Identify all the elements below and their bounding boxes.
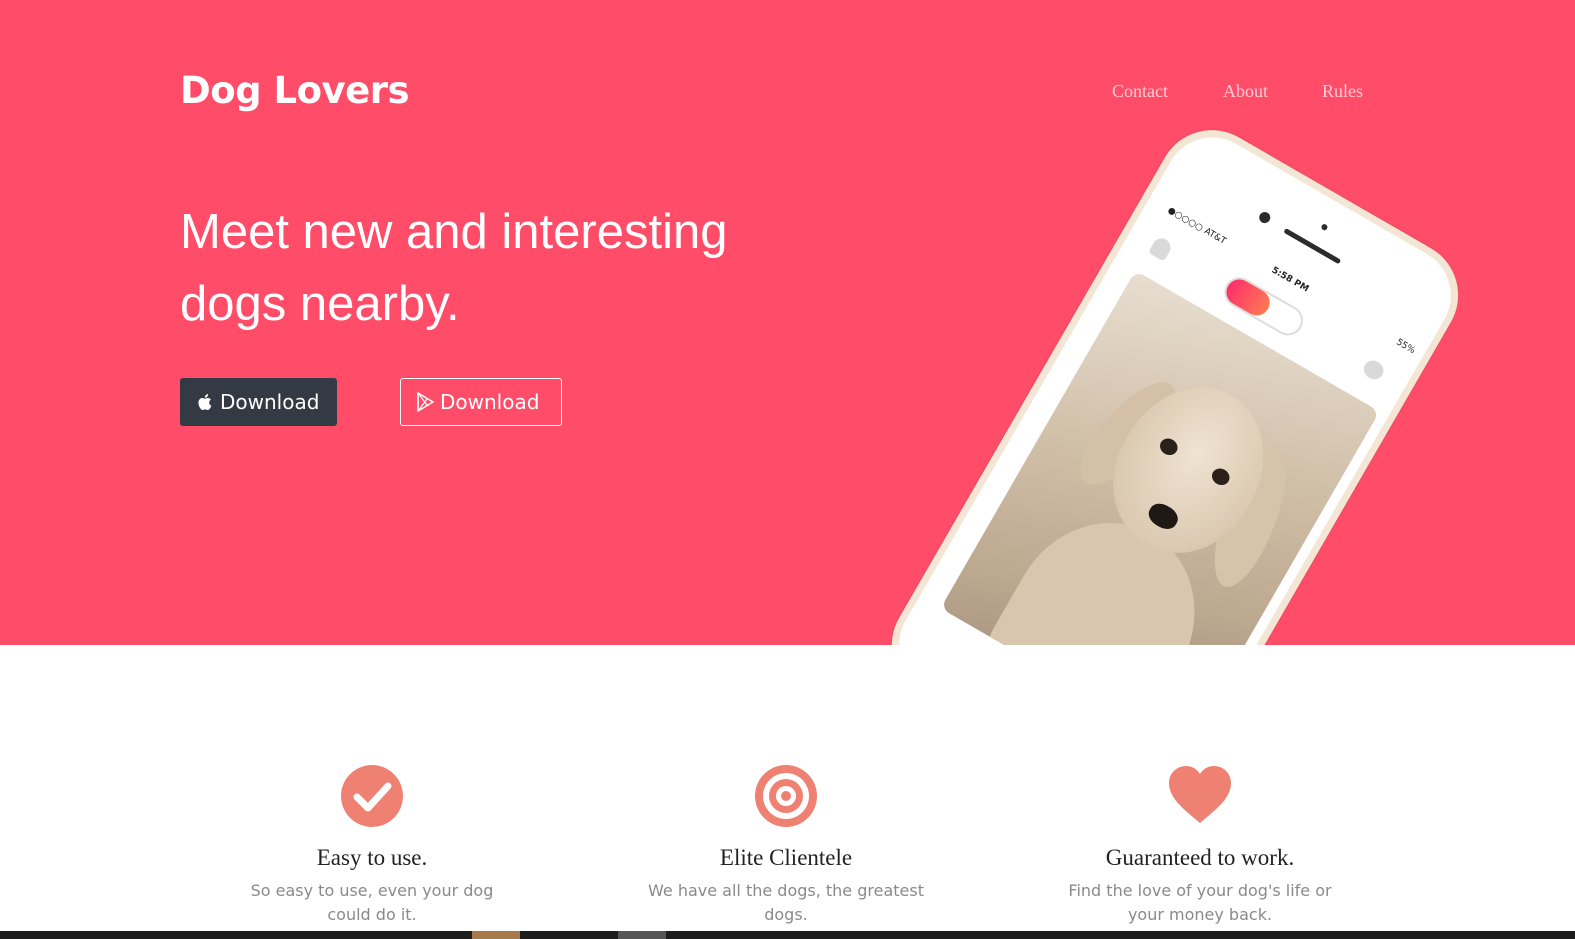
feature-description: Find the love of your dog's life or your… xyxy=(1068,881,1332,924)
apple-icon xyxy=(196,392,215,412)
profile-icon xyxy=(1148,235,1174,262)
phone-battery: 55% xyxy=(1394,337,1417,357)
check-circle-icon xyxy=(341,765,403,827)
main-nav: Contact About Rules xyxy=(1100,78,1380,104)
app-store-download-button[interactable]: Download xyxy=(180,378,337,426)
google-play-icon xyxy=(416,392,435,412)
google-play-download-button[interactable]: Download xyxy=(400,378,562,426)
feature-easy-to-use: Easy to use. So easy to use, even your d… xyxy=(212,763,532,927)
phone-carrier: ●○○○○ AT&T xyxy=(1165,205,1228,247)
bullseye-icon xyxy=(755,765,817,827)
phone-time: 5:58 PM xyxy=(1269,265,1311,295)
feature-title: Elite Clientele xyxy=(719,845,853,870)
phone-face: ●○○○○ AT&T 5:58 PM 55% xyxy=(881,119,1469,645)
app-store-download-label: Download xyxy=(220,390,320,414)
taskbar-item xyxy=(472,931,520,939)
feature-title: Easy to use. xyxy=(316,845,428,870)
taskbar-item xyxy=(618,931,666,939)
hero-section: Dog Lovers Contact About Rules Meet new … xyxy=(0,0,1575,645)
hero-headline: Meet new and interesting dogs nearby. xyxy=(180,205,728,331)
taskbar-strip xyxy=(0,931,1575,939)
phone-sensor xyxy=(1320,223,1329,232)
nav-link-about[interactable]: About xyxy=(1223,78,1268,104)
chat-icon xyxy=(1360,357,1387,383)
brand-logo[interactable]: Dog Lovers xyxy=(180,66,409,116)
heart-icon xyxy=(1169,766,1231,823)
nav-link-contact[interactable]: Contact xyxy=(1112,78,1168,104)
phone-mockup: ●○○○○ AT&T 5:58 PM 55% xyxy=(872,110,1478,645)
phone-camera xyxy=(1257,210,1273,226)
phone-speaker xyxy=(1283,228,1342,265)
dog-photo xyxy=(940,270,1380,645)
feature-description: We have all the dogs, the greatest dogs. xyxy=(648,881,924,924)
feature-description: So easy to use, even your dog could do i… xyxy=(250,881,494,924)
features-section: Easy to use. So easy to use, even your d… xyxy=(0,645,1575,939)
flame-icon xyxy=(1221,274,1275,321)
feature-title: Guaranteed to work. xyxy=(1105,845,1295,870)
google-play-download-label: Download xyxy=(440,390,540,414)
feature-guaranteed: Guaranteed to work. Find the love of you… xyxy=(1040,763,1360,927)
feature-elite-clientele: Elite Clientele We have all the dogs, th… xyxy=(626,763,946,927)
nav-link-rules[interactable]: Rules xyxy=(1322,78,1363,104)
